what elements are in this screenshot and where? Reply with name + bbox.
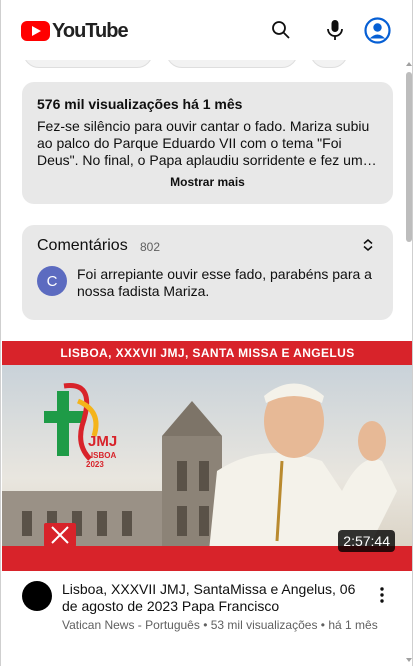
scroll-down-arrow-icon[interactable] xyxy=(406,658,412,662)
video-thumbnail[interactable]: LISBOA, XXXVII JMJ, SANTA MISSA E ANGELU… xyxy=(2,341,412,571)
logo-text: YouTube xyxy=(52,19,129,42)
scrollbar-thumb[interactable] xyxy=(406,72,412,242)
comments-title: Comentários xyxy=(37,237,128,254)
top-comment-text: Foi arrepiante ouvir esse fado, parabéns… xyxy=(77,266,372,299)
view-count: 53 mil visualizações xyxy=(210,618,318,632)
channel-avatar[interactable] xyxy=(22,581,52,611)
description-text: Fez-se silêncio para ouvir cantar o fado… xyxy=(37,118,377,168)
separator-dot: • xyxy=(203,618,211,632)
scrollbar[interactable] xyxy=(406,70,412,660)
comments-card[interactable]: Comentários 802 C Foi arrepiante ouvir e… xyxy=(22,225,393,320)
commenter-avatar: C xyxy=(37,266,67,296)
comments-count: 802 xyxy=(140,240,161,254)
vertical-dots-icon xyxy=(380,587,384,603)
expand-comments-button[interactable] xyxy=(361,238,375,257)
youtube-logo[interactable]: YouTube xyxy=(21,19,129,43)
search-button[interactable] xyxy=(267,16,295,44)
video-title[interactable]: Lisboa, XXXVII JMJ, SantaMissa e Angelus… xyxy=(62,581,368,615)
view-stats: 576 mil visualizações há 1 mês xyxy=(37,96,243,112)
voice-search-button[interactable] xyxy=(321,16,349,44)
account-icon xyxy=(363,16,391,44)
scroll-up-arrow-icon[interactable] xyxy=(406,62,412,66)
jmj-logo-text: JMJ xyxy=(88,433,118,450)
channel-name: Vatican News - Português xyxy=(62,618,200,632)
jmj-logo-subtext: LISBOA 2023 xyxy=(86,451,116,469)
description-card[interactable]: 576 mil visualizações há 1 mês Fez-se si… xyxy=(22,82,393,204)
more-actions-button[interactable] xyxy=(373,584,391,606)
youtube-play-logo-icon xyxy=(21,21,50,41)
search-icon xyxy=(272,21,290,39)
vatican-emblem-icon xyxy=(44,523,76,547)
top-bar: YouTube xyxy=(1,0,412,60)
unfold-icon xyxy=(363,239,373,251)
video-subtitle: Vatican News - Português • 53 mil visual… xyxy=(62,617,380,633)
video-meta[interactable]: Lisboa, XXXVII JMJ, SantaMissa e Angelus… xyxy=(1,572,412,666)
show-more-button[interactable]: Mostrar mais xyxy=(22,175,393,189)
app-frame: YouTube 576 mil visualizações há 1 mês F… xyxy=(0,0,413,666)
microphone-icon xyxy=(327,20,343,40)
account-button[interactable] xyxy=(363,16,391,44)
video-duration: 2:57:44 xyxy=(338,530,395,552)
upload-age: há 1 mês xyxy=(328,618,378,632)
